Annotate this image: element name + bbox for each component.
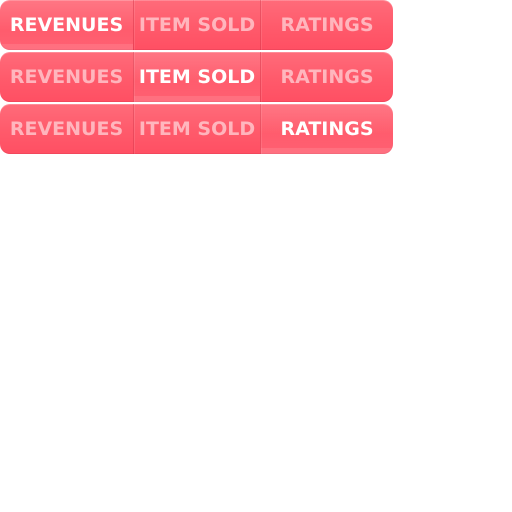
- tab-ratings[interactable]: RATINGS: [260, 0, 393, 50]
- tab-item-sold[interactable]: ITEM SOLD: [133, 0, 260, 50]
- tab-revenues[interactable]: REVENUES: [0, 0, 133, 50]
- tab-bar-row-2: REVENUES ITEM SOLD RATINGS: [0, 52, 393, 102]
- tab-revenues[interactable]: REVENUES: [0, 52, 133, 102]
- tab-item-sold[interactable]: ITEM SOLD: [133, 104, 260, 154]
- tab-revenues[interactable]: REVENUES: [0, 104, 133, 154]
- tab-ratings[interactable]: RATINGS: [260, 104, 393, 154]
- tab-bar-row-1: REVENUES ITEM SOLD RATINGS: [0, 0, 393, 50]
- tab-ratings[interactable]: RATINGS: [260, 52, 393, 102]
- tab-bar-row-3: REVENUES ITEM SOLD RATINGS: [0, 104, 393, 154]
- tab-item-sold[interactable]: ITEM SOLD: [133, 52, 260, 102]
